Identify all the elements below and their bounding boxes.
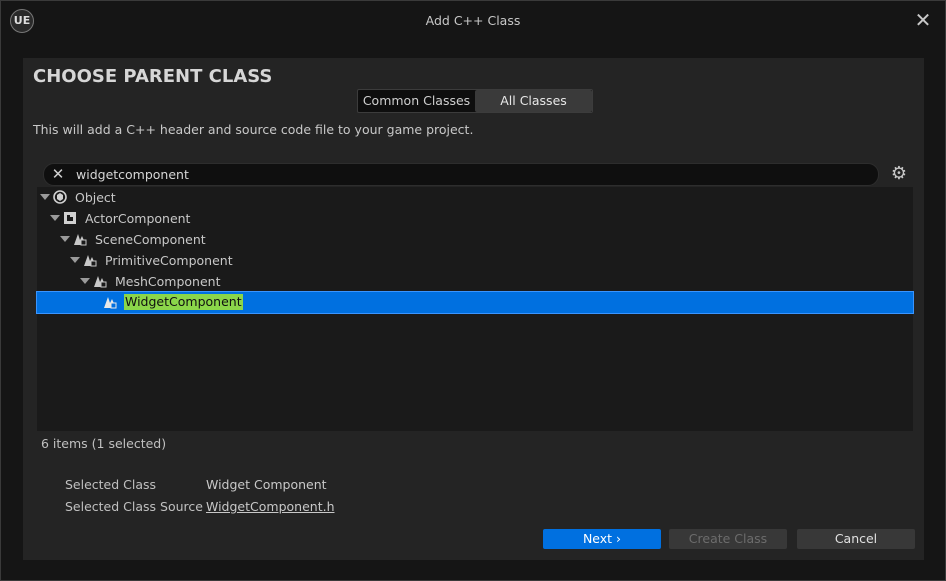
add-cpp-class-dialog: UE Add C++ Class ✕ CHOOSE PARENT CLASS C… — [0, 0, 946, 581]
window-title: Add C++ Class — [425, 13, 521, 28]
create-class-button[interactable]: Create Class — [669, 529, 787, 549]
description-text: This will add a C++ header and source co… — [33, 122, 474, 137]
scene-component-icon — [74, 234, 87, 246]
cancel-button[interactable]: Cancel — [797, 529, 915, 549]
tree-row-scenecomponent[interactable]: SceneComponent — [37, 229, 913, 250]
expand-arrow-icon[interactable] — [80, 278, 90, 284]
expand-arrow-icon[interactable] — [40, 194, 50, 200]
search-value[interactable]: widgetcomponent — [76, 167, 189, 182]
object-icon — [53, 190, 67, 204]
selected-source-link[interactable]: WidgetComponent.h — [206, 499, 335, 514]
title-bar: UE Add C++ Class ✕ — [1, 1, 945, 41]
clear-search-icon[interactable]: ✕ — [50, 164, 66, 185]
tree-row-meshcomponent[interactable]: MeshComponent — [37, 271, 913, 292]
tree-item-label: SceneComponent — [95, 232, 206, 247]
close-icon[interactable]: ✕ — [911, 8, 935, 32]
class-tree: Object ActorComponent SceneComponent Pri… — [36, 187, 914, 431]
scene-component-icon — [104, 297, 117, 309]
gear-icon[interactable]: ⚙ — [889, 164, 909, 184]
tree-row-object[interactable]: Object — [37, 187, 913, 208]
tree-item-label: Object — [75, 190, 116, 205]
tab-common-classes[interactable]: Common Classes — [358, 90, 475, 112]
expand-arrow-icon[interactable] — [70, 257, 80, 263]
tree-item-label: MeshComponent — [115, 274, 221, 289]
tree-item-label: ActorComponent — [85, 211, 191, 226]
class-filter-toggle: Common Classes All Classes — [357, 89, 593, 113]
tree-row-actorcomponent[interactable]: ActorComponent — [37, 208, 913, 229]
tree-row-widgetcomponent[interactable]: WidgetComponent — [36, 291, 914, 314]
expand-arrow-icon[interactable] — [50, 215, 60, 221]
selected-class-value: Widget Component — [206, 477, 327, 492]
page-title: CHOOSE PARENT CLASS — [33, 66, 273, 87]
item-count: 6 items (1 selected) — [41, 436, 167, 451]
selected-class-label: Selected Class — [65, 477, 157, 492]
chevron-right-icon: › — [616, 531, 622, 546]
scene-component-icon — [94, 276, 107, 288]
tree-item-label: WidgetComponent — [124, 294, 243, 310]
expand-arrow-icon[interactable] — [60, 236, 70, 242]
selected-source-label: Selected Class Source — [65, 499, 203, 514]
search-input[interactable]: ✕ widgetcomponent — [43, 163, 879, 186]
tree-item-label: PrimitiveComponent — [105, 253, 233, 268]
tree-row-primitivecomponent[interactable]: PrimitiveComponent — [37, 250, 913, 271]
scene-component-icon — [84, 255, 97, 267]
main-panel: CHOOSE PARENT CLASS Common Classes All C… — [23, 58, 924, 560]
next-button-label: Next — [582, 531, 613, 546]
actor-component-icon — [64, 212, 76, 224]
next-button[interactable]: Next › — [543, 529, 661, 549]
tab-all-classes[interactable]: All Classes — [475, 90, 592, 112]
